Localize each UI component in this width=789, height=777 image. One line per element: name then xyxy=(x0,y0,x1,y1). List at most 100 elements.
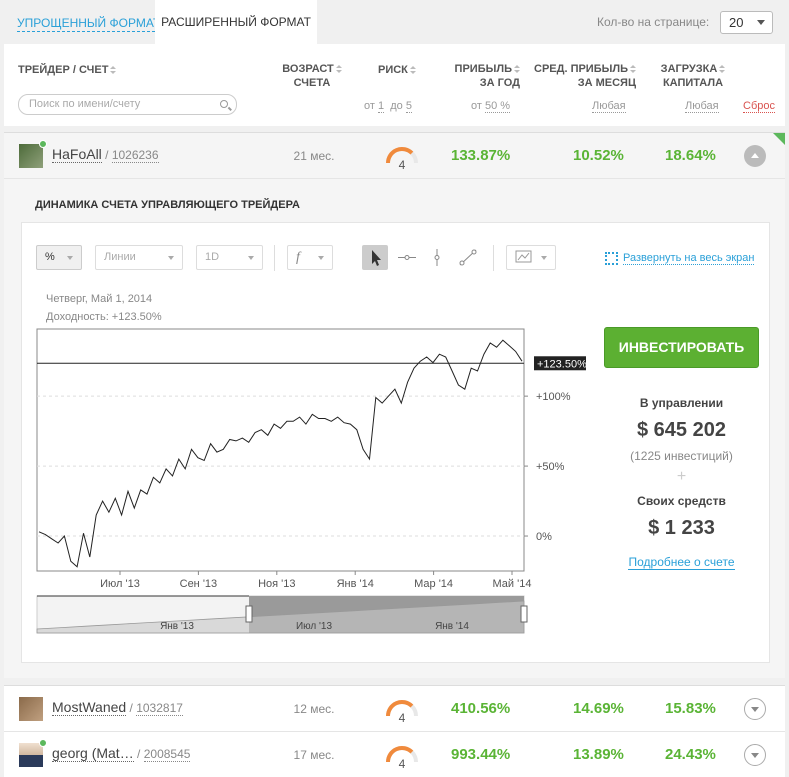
x-tick-label: Янв '14 xyxy=(337,578,374,590)
y-tick-label: 0% xyxy=(536,531,552,543)
sort-icon xyxy=(630,64,637,74)
col-risk-label: РИСК xyxy=(378,64,408,76)
chevron-down-icon xyxy=(757,20,765,25)
navigator-label: Янв '14 xyxy=(435,621,469,632)
col-load-label-2: КАПИТАЛА xyxy=(662,77,724,89)
x-tick-label: Май '14 xyxy=(493,578,532,590)
reset-filters-link[interactable]: Сброс xyxy=(743,100,775,113)
risk-to-value[interactable]: 5 xyxy=(405,100,412,113)
col-age[interactable]: ВОЗРАСТ СЧЕТА xyxy=(276,62,348,90)
per-page-label: Кол-во на странице: xyxy=(597,15,710,29)
sort-icon xyxy=(110,65,117,75)
trader-name: HaFoAll / 1026236 xyxy=(52,146,159,163)
col-trader[interactable]: ТРЕЙДЕР / СЧЕТ xyxy=(18,63,117,77)
col-load-label: ЗАГРУЗКА xyxy=(660,63,718,75)
risk-gauge-icon: 4 xyxy=(386,147,418,172)
investments-count: (1225 инвестиций) xyxy=(630,449,733,463)
profit-from-value[interactable]: 50 % xyxy=(484,100,511,113)
trader-name-link[interactable]: MostWaned xyxy=(52,699,127,716)
col-avg-profit-label-2: ЗА МЕСЯЦ xyxy=(577,77,636,89)
col-profit-year[interactable]: ПРИБЫЛЬ ЗА ГОД xyxy=(452,62,520,90)
tab-extended-format[interactable]: РАСШИРЕННЫЙ ФОРМАТ xyxy=(155,0,317,44)
profit-filter[interactable]: от 50 % xyxy=(471,100,511,113)
current-value-label: +123.50% xyxy=(537,358,587,370)
sort-icon xyxy=(719,64,726,74)
avg-profit-filter-value[interactable]: Любая xyxy=(592,100,626,113)
collapse-row-button[interactable] xyxy=(744,145,766,167)
col-load[interactable]: ЗАГРУЗКА КАПИТАЛА xyxy=(654,62,732,90)
account-age: 17 мес. xyxy=(293,748,335,762)
risk-from-value[interactable]: 1 xyxy=(377,100,385,113)
search-placeholder: Поиск по имени/счету xyxy=(29,98,141,110)
navigator-handle-right xyxy=(520,605,528,623)
col-avg-profit-label: СРЕД. ПРИБЫЛЬ xyxy=(534,63,629,75)
account-details-label: Подробнее о счете xyxy=(628,555,735,570)
reset-label: Сброс xyxy=(743,100,775,113)
col-trader-label: ТРЕЙДЕР / СЧЕТ xyxy=(18,64,109,76)
col-risk[interactable]: РИСК xyxy=(378,63,416,77)
x-tick-label: Мар '14 xyxy=(414,578,453,590)
avatar xyxy=(19,140,47,168)
sort-icon xyxy=(514,64,520,74)
trader-separator: / xyxy=(101,148,112,162)
search-input[interactable]: Поиск по имени/счету xyxy=(18,94,237,115)
load-filter-value[interactable]: Любая xyxy=(685,100,719,113)
trader-name: MostWaned / 1032817 xyxy=(52,699,183,716)
profit-year: 410.56% xyxy=(451,700,511,717)
col-profit-year-label-2: ЗА ГОД xyxy=(479,77,520,89)
per-page-value: 20 xyxy=(729,15,744,30)
trader-details-panel: ДИНАМИКА СЧЕТА УПРАВЛЯЮЩЕГО ТРЕЙДЕРА % Л… xyxy=(4,178,785,678)
corner-flag-icon xyxy=(773,133,785,145)
sort-icon xyxy=(409,65,416,75)
account-age: 12 мес. xyxy=(293,702,335,716)
profit-year: 133.87% xyxy=(451,147,511,164)
trader-name-link[interactable]: HaFoAll xyxy=(52,146,102,163)
managed-label: В управлении xyxy=(639,396,724,410)
plus-icon: + xyxy=(676,468,687,485)
per-page-select[interactable]: 20 xyxy=(720,11,773,34)
sort-icon xyxy=(335,64,342,74)
x-tick-label: Июл '13 xyxy=(100,578,140,590)
managed-value: $ 645 202 xyxy=(637,419,726,441)
fullscreen-link[interactable]: Развернуть на весь экран xyxy=(605,252,755,266)
navigator-label: Июл '13 xyxy=(296,621,333,632)
load-filter[interactable]: Любая xyxy=(685,100,719,113)
risk-filter[interactable]: от 1 до 5 xyxy=(364,100,412,113)
avg-profit-filter[interactable]: Любая xyxy=(592,100,626,113)
col-age-label-2: СЧЕТА xyxy=(293,77,331,89)
equity-chart[interactable]: 0% +50% +100% +123.50% Июл '13 Сен '13 Ноя '13… xyxy=(22,223,602,643)
risk-gauge: 4 xyxy=(384,742,420,771)
trader-row[interactable]: georg (Mat… / 2008545 17 мес. 4 993.44% … xyxy=(4,731,785,777)
avg-profit: 13.89% xyxy=(573,746,624,763)
y-tick-label: +100% xyxy=(536,391,571,403)
avg-profit: 10.52% xyxy=(573,147,624,164)
trader-account-link[interactable]: 1032817 xyxy=(136,701,183,716)
col-avg-profit[interactable]: СРЕД. ПРИБЫЛЬ ЗА МЕСЯЦ xyxy=(534,62,637,90)
risk-gauge-icon: 4 xyxy=(386,700,418,725)
account-details-link[interactable]: Подробнее о счете xyxy=(604,555,759,570)
risk-to-label: до xyxy=(390,100,403,112)
capital-load: 15.83% xyxy=(665,700,716,717)
trader-account-link[interactable]: 1026236 xyxy=(111,148,159,163)
online-status-icon xyxy=(39,739,47,747)
trader-separator: / xyxy=(126,701,137,715)
invest-button[interactable]: ИНВЕСТИРОВАТЬ xyxy=(604,327,759,368)
trader-name: georg (Mat… / 2008545 xyxy=(52,745,191,762)
x-tick-label: Ноя '13 xyxy=(258,578,295,590)
expand-row-button[interactable] xyxy=(744,698,766,720)
trader-row[interactable]: HaFoAll / 1026236 21 мес. 4 133.87% 10.5… xyxy=(4,132,785,178)
capital-load: 24.43% xyxy=(665,746,716,763)
plot-area xyxy=(36,328,525,572)
search-icon xyxy=(220,100,228,108)
tab-simple-format[interactable]: УПРОЩЕННЫЙ ФОРМАТ xyxy=(17,14,161,32)
trader-account-link[interactable]: 2008545 xyxy=(143,747,191,762)
own-funds-value: $ 1 233 xyxy=(648,517,715,539)
trader-row[interactable]: MostWaned / 1032817 12 мес. 4 410.56% 14… xyxy=(4,685,785,731)
trader-name-link[interactable]: georg (Mat… xyxy=(52,745,134,762)
risk-gauge: 4 xyxy=(384,696,420,725)
expand-row-button[interactable] xyxy=(744,744,766,766)
y-tick-label: +50% xyxy=(536,461,565,473)
fullscreen-label: Развернуть на весь экран xyxy=(623,252,755,266)
table-header: ТРЕЙДЕР / СЧЕТ ВОЗРАСТ СЧЕТА РИСК ПРИБЫЛЬ… xyxy=(4,44,785,126)
risk-gauge: 4 xyxy=(384,143,420,172)
